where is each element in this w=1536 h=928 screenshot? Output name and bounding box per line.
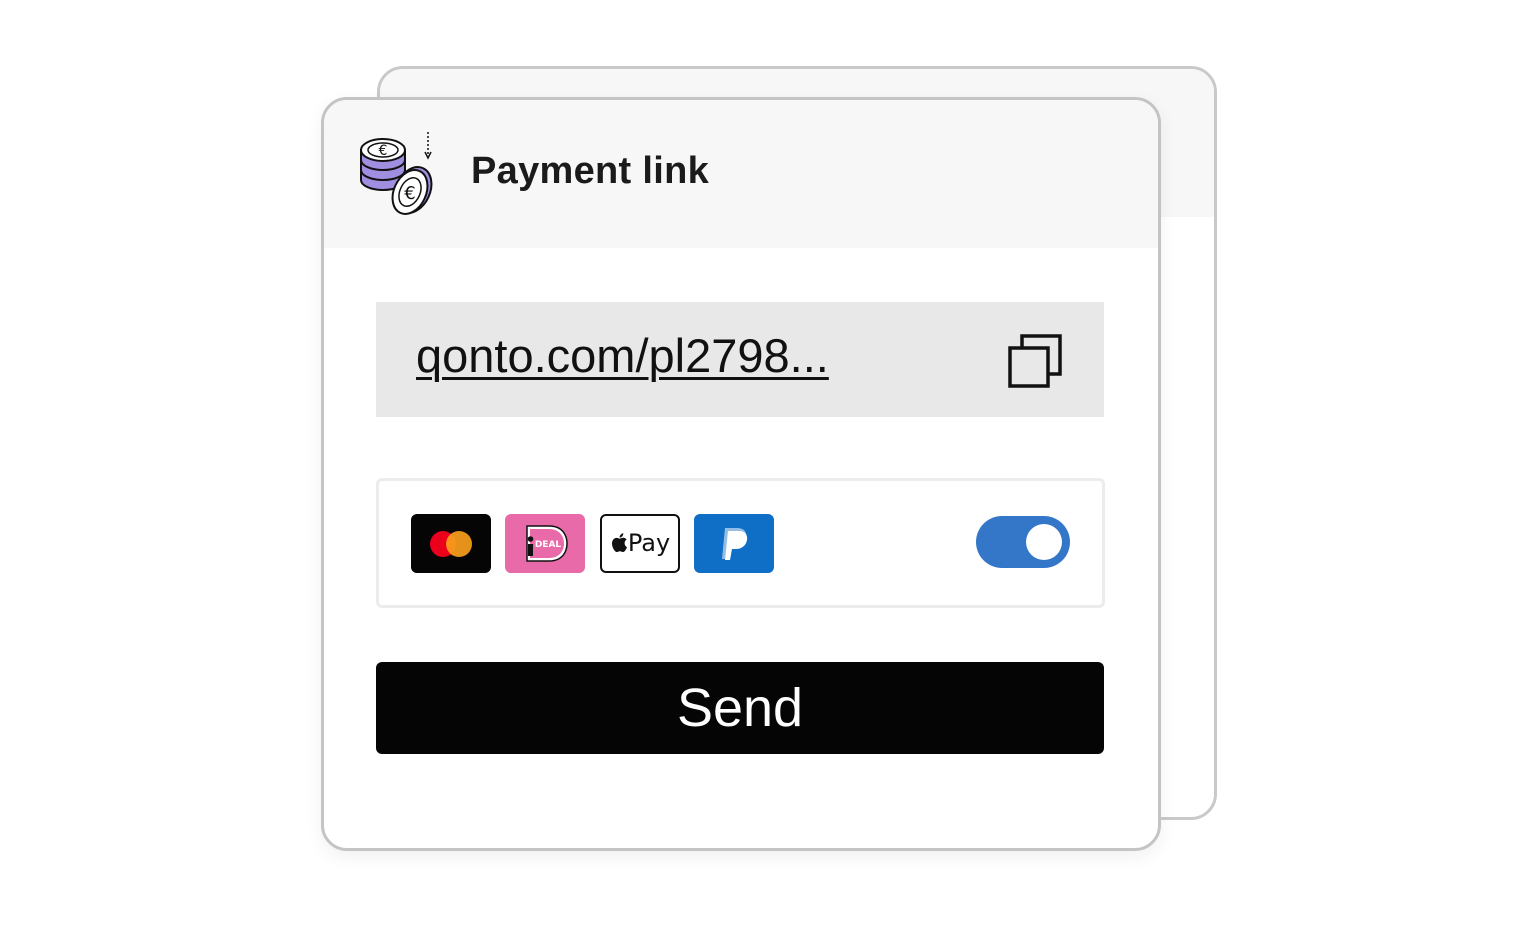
payment-link-field[interactable]: qonto.com/pl2798... <box>376 302 1104 417</box>
card-header: € € Payment link <box>324 100 1158 248</box>
send-button[interactable]: Send <box>376 662 1104 754</box>
payment-link-url[interactable]: qonto.com/pl2798... <box>416 328 829 383</box>
paypal-icon <box>694 514 774 573</box>
ideal-icon: DEAL <box>505 514 585 573</box>
payment-link-card: € € Payment link qonto.com/pl2798... DEA… <box>321 97 1161 851</box>
apple-logo-icon <box>611 533 627 553</box>
mastercard-icon <box>411 514 491 573</box>
apple-pay-icon: Pay <box>600 514 680 573</box>
payment-methods-toggle[interactable] <box>976 516 1070 568</box>
copy-icon[interactable] <box>1006 332 1064 390</box>
euro-coins-icon: € € <box>357 128 437 220</box>
apple-pay-label: Pay <box>602 529 678 557</box>
card-title: Payment link <box>471 150 710 192</box>
svg-text:€: € <box>379 143 388 159</box>
ideal-label: DEAL <box>535 540 562 550</box>
svg-text:€: € <box>404 183 415 204</box>
mastercard-orange-circle <box>446 531 472 557</box>
toggle-knob <box>1026 524 1062 560</box>
apple-pay-text: Pay <box>627 529 671 557</box>
payment-methods-panel: DEAL Pay <box>376 478 1105 608</box>
